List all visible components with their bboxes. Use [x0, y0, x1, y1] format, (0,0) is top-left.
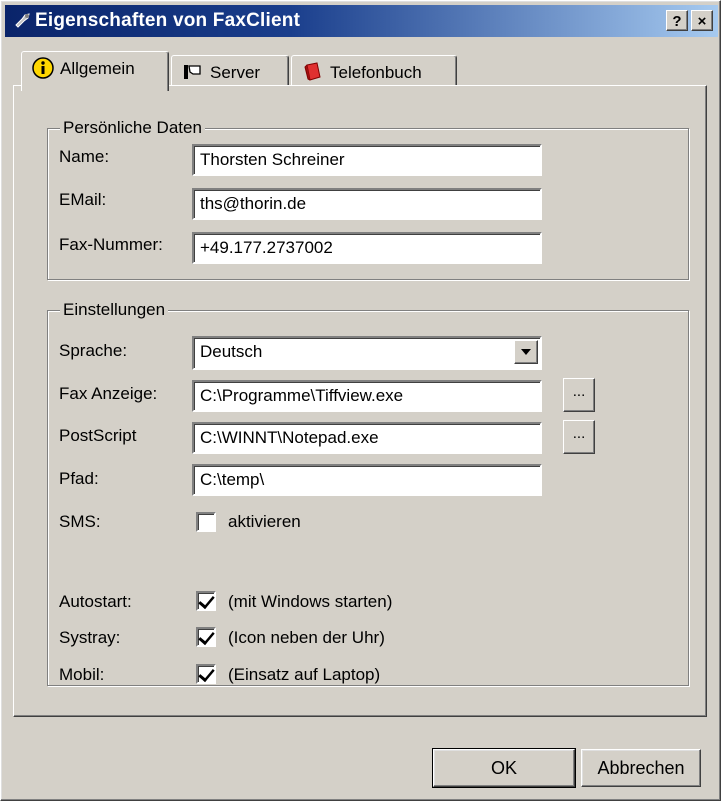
tab-panel-allgemein: Persönliche Daten Name: EMail: Fax-Numme… [13, 85, 707, 717]
tab-label-telefonbuch: Telefonbuch [330, 63, 422, 82]
systray-checkbox[interactable] [196, 627, 216, 647]
ok-button[interactable]: OK [432, 748, 576, 788]
phonebook-icon [304, 61, 321, 81]
server-icon [184, 64, 201, 79]
help-button[interactable]: ? [666, 10, 688, 31]
systray-checkbox-label[interactable]: (Icon neben der Uhr) [228, 627, 385, 649]
email-label: EMail: [59, 190, 107, 209]
title-bar[interactable]: Eigenschaften von FaxClient ? × [5, 5, 718, 37]
language-select[interactable]: Deutsch [192, 336, 542, 370]
path-field[interactable] [192, 464, 542, 496]
fax-viewer-browse-button[interactable]: ... [563, 378, 595, 412]
cancel-button[interactable]: Abbrechen [581, 749, 701, 787]
settings-hand-icon [15, 13, 30, 28]
autostart-checkbox[interactable] [196, 591, 216, 611]
sms-label: SMS: [59, 512, 101, 531]
mobil-checkbox[interactable] [196, 664, 216, 684]
autostart-label: Autostart: [59, 592, 132, 611]
info-icon [32, 56, 54, 79]
fax-number-field[interactable] [192, 232, 542, 264]
properties-dialog: Eigenschaften von FaxClient ? × Allgemei… [0, 0, 721, 801]
postscript-label: PostScript [59, 426, 137, 445]
systray-label: Systray: [59, 628, 121, 647]
language-value: Deutsch [200, 342, 263, 361]
fax-viewer-label: Fax Anzeige: [59, 384, 158, 403]
group-label-settings: Einstellungen [60, 300, 169, 320]
sms-checkbox[interactable] [196, 512, 216, 532]
postscript-field[interactable] [192, 422, 542, 454]
mobil-label: Mobil: [59, 665, 105, 684]
fax-number-label: Fax-Nummer: [59, 235, 163, 254]
group-label-personal: Persönliche Daten [60, 118, 205, 138]
autostart-checkbox-label[interactable]: (mit Windows starten) [228, 591, 392, 613]
fax-viewer-field[interactable] [192, 380, 542, 412]
chevron-down-icon[interactable] [514, 340, 538, 364]
name-label: Name: [59, 147, 110, 166]
tab-label-server: Server [210, 63, 261, 82]
name-field[interactable] [192, 144, 542, 176]
sms-checkbox-label[interactable]: aktivieren [228, 511, 301, 533]
mobil-checkbox-label[interactable]: (Einsatz auf Laptop) [228, 664, 380, 686]
tab-allgemein[interactable]: Allgemein [21, 51, 169, 91]
window-title: Eigenschaften von FaxClient [35, 10, 301, 31]
email-field[interactable] [192, 188, 542, 220]
postscript-browse-button[interactable]: ... [563, 420, 595, 454]
path-label: Pfad: [59, 469, 99, 488]
tab-label-allgemein: Allgemein [60, 59, 135, 78]
language-label: Sprache: [59, 341, 128, 360]
close-button[interactable]: × [691, 10, 713, 31]
